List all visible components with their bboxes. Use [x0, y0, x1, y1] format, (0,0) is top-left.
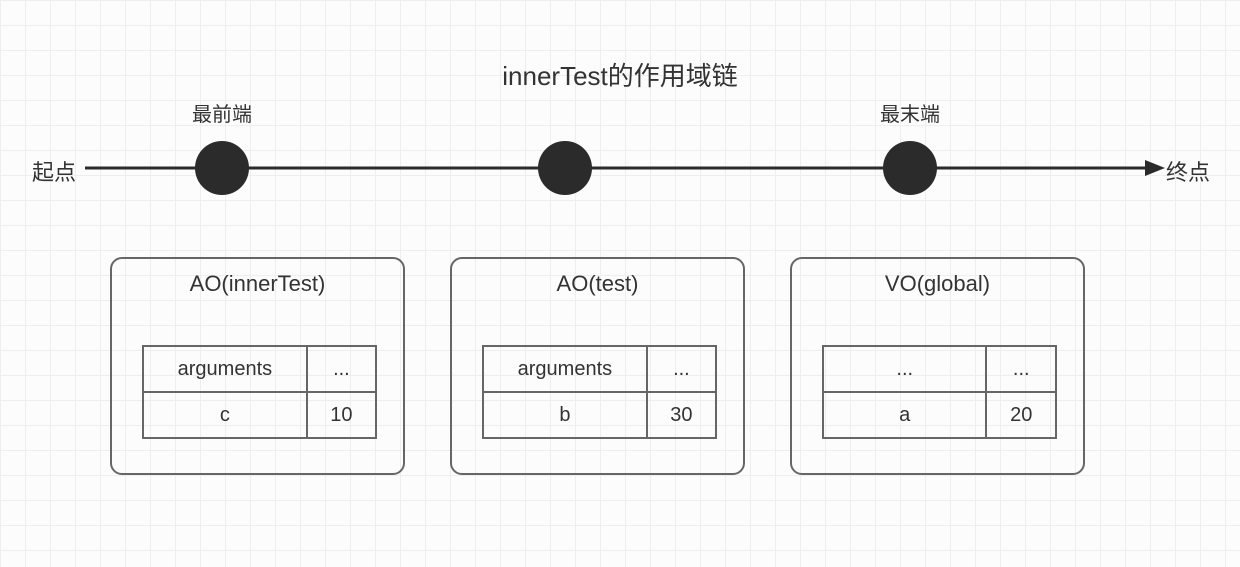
scope-box-test: AO(test) arguments ... b 30 [450, 257, 745, 475]
scope-box-title: VO(global) [792, 271, 1083, 297]
scope-chain-axis [85, 120, 1165, 220]
table-row: c 10 [143, 392, 376, 438]
scope-properties-table: ... ... a 20 [822, 345, 1057, 439]
prop-key: c [143, 392, 307, 438]
scope-box-title: AO(test) [452, 271, 743, 297]
end-label: 终点 [1166, 155, 1210, 187]
table-row: b 30 [483, 392, 716, 438]
prop-key: ... [823, 346, 986, 392]
prop-key: arguments [143, 346, 307, 392]
start-label: 起点 [32, 155, 76, 187]
scope-properties-table: arguments ... b 30 [482, 345, 717, 439]
prop-val: ... [307, 346, 376, 392]
prop-val: 20 [986, 392, 1056, 438]
prop-val: 10 [307, 392, 376, 438]
prop-key: arguments [483, 346, 647, 392]
prop-val: 30 [647, 392, 716, 438]
scope-properties-table: arguments ... c 10 [142, 345, 377, 439]
scope-box-global: VO(global) ... ... a 20 [790, 257, 1085, 475]
table-row: ... ... [823, 346, 1056, 392]
scope-node-2 [538, 141, 592, 195]
scope-box-innertest: AO(innerTest) arguments ... c 10 [110, 257, 405, 475]
prop-val: ... [647, 346, 716, 392]
prop-key: a [823, 392, 986, 438]
table-row: a 20 [823, 392, 1056, 438]
scope-box-title: AO(innerTest) [112, 271, 403, 297]
scope-node-1 [195, 141, 249, 195]
table-row: arguments ... [483, 346, 716, 392]
diagram-title: innerTest的作用域链 [0, 56, 1240, 93]
scope-node-3 [883, 141, 937, 195]
prop-key: b [483, 392, 647, 438]
table-row: arguments ... [143, 346, 376, 392]
prop-val: ... [986, 346, 1056, 392]
